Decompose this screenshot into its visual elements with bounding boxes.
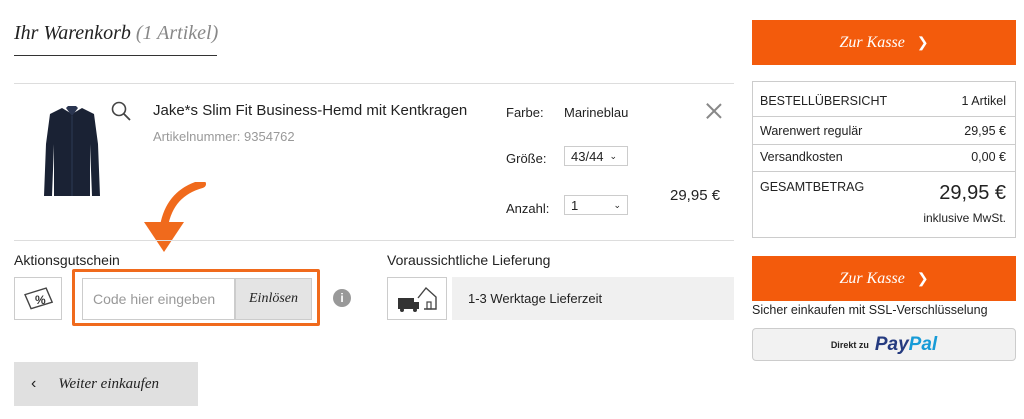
size-select[interactable]: 43/44 ⌄ xyxy=(564,146,628,166)
summary-row-value: 29,95 € xyxy=(964,124,1006,138)
paypal-button[interactable]: Direkt zu PayPal xyxy=(752,328,1016,361)
color-value: Marineblau xyxy=(564,105,629,120)
divider xyxy=(753,171,1015,172)
qty-value: 1 xyxy=(571,197,579,213)
ssl-note: Sicher einkaufen mit SSL-Verschlüsselung xyxy=(752,303,988,317)
voucher-percent-icon: % xyxy=(14,277,62,320)
divider xyxy=(14,240,734,241)
checkout-label: Zur Kasse xyxy=(839,33,905,51)
total-label: GESAMTBETRAG xyxy=(760,180,865,194)
product-image[interactable] xyxy=(40,104,104,205)
color-label: Farbe: xyxy=(506,105,544,120)
checkout-label: Zur Kasse xyxy=(839,269,905,287)
summary-heading: BESTELLÜBERSICHT xyxy=(760,94,888,108)
delivery-heading: Voraussichtliche Lieferung xyxy=(387,252,551,268)
item-price: 29,95 € xyxy=(670,187,721,204)
product-name[interactable]: Jake*s Slim Fit Business-Hemd mit Kentkr… xyxy=(153,102,467,119)
total-value: 29,95 € xyxy=(939,182,1006,204)
summary-row-label: Warenwert regulär xyxy=(760,124,863,138)
svg-text:%: % xyxy=(35,293,46,307)
redeem-button[interactable]: Einlösen xyxy=(235,278,312,320)
paypal-logo-pay: Pay xyxy=(874,333,909,355)
checkout-button-top[interactable]: Zur Kasse ❯ xyxy=(752,20,1016,65)
chevron-down-icon: ⌄ xyxy=(613,199,621,210)
paypal-logo-pal: Pal xyxy=(908,333,938,355)
info-icon[interactable]: i xyxy=(333,289,351,307)
size-label: Größe: xyxy=(506,151,547,166)
chevron-right-icon: ❯ xyxy=(916,34,929,50)
divider xyxy=(14,83,734,84)
delivery-truck-icon xyxy=(387,277,447,320)
title-underline xyxy=(14,55,217,56)
arrow-down-icon xyxy=(140,180,206,263)
chevron-left-icon: ‹ xyxy=(31,375,37,392)
cart-title-text: Ihr Warenkorb xyxy=(14,22,131,44)
vat-note: inklusive MwSt. xyxy=(923,211,1006,225)
summary-row-label: Versandkosten xyxy=(760,150,843,164)
zoom-icon[interactable] xyxy=(110,100,132,127)
qty-label: Anzahl: xyxy=(506,201,550,216)
cart-title: Ihr Warenkorb (1 Artikel) xyxy=(14,22,218,45)
continue-shopping-label: Weiter einkaufen xyxy=(58,375,159,392)
size-value: 43/44 xyxy=(571,148,604,164)
summary-count: 1 Artikel xyxy=(961,94,1006,108)
cart-item-count: (1 Artikel) xyxy=(135,22,219,44)
order-summary: BESTELLÜBERSICHT 1 Artikel Warenwert reg… xyxy=(752,81,1016,238)
close-icon[interactable] xyxy=(704,101,724,121)
chevron-right-icon: ❯ xyxy=(916,270,929,286)
checkout-button-bottom[interactable]: Zur Kasse ❯ xyxy=(752,256,1016,301)
chevron-down-icon: ⌄ xyxy=(609,150,618,161)
quantity-select[interactable]: 1 ⌄ xyxy=(564,195,628,215)
delivery-time: 1-3 Werktage Lieferzeit xyxy=(452,277,734,320)
article-number: Artikelnummer: 9354762 xyxy=(153,129,295,144)
summary-row-value: 0,00 € xyxy=(971,150,1006,164)
voucher-code-input[interactable] xyxy=(82,278,235,320)
paypal-prefix: Direkt zu xyxy=(830,339,869,350)
divider xyxy=(753,116,1015,117)
divider xyxy=(753,144,1015,145)
continue-shopping-button[interactable]: ‹ Weiter einkaufen xyxy=(14,362,198,406)
voucher-heading: Aktionsgutschein xyxy=(14,252,120,268)
paypal-logo: PayPal xyxy=(875,334,937,356)
